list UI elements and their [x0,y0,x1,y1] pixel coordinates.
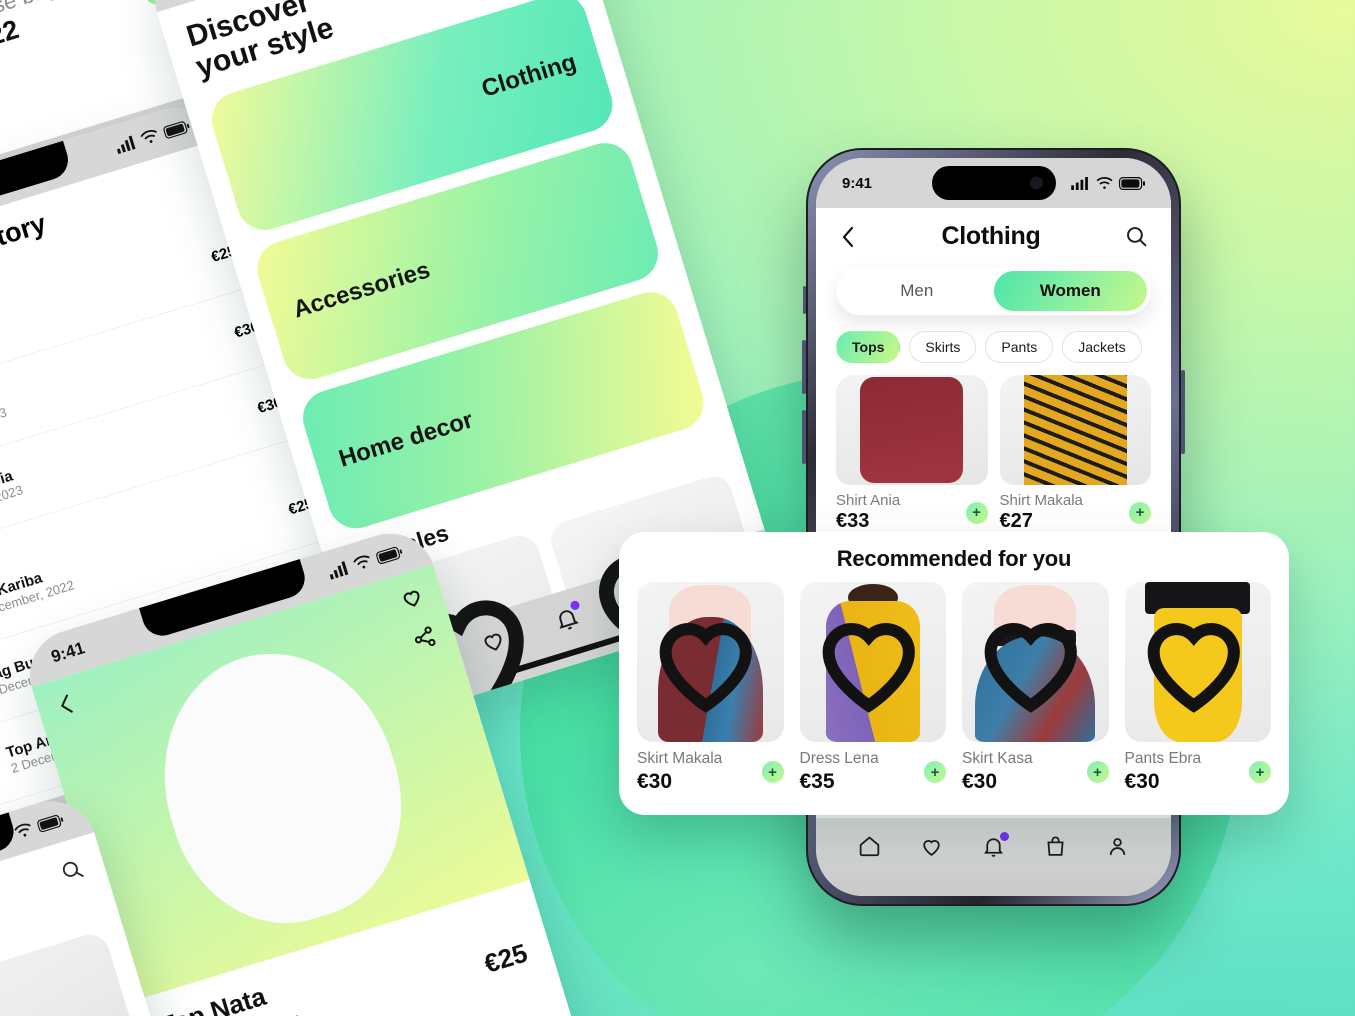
tab-women[interactable]: Women [993,271,1147,311]
home-icon[interactable] [857,834,882,864]
product-name: Pants Ebra [1124,750,1202,767]
nav-header: Clothing [816,208,1171,257]
product-card[interactable]: Shirt Ania €33 + [836,375,988,533]
battery-icon [163,120,190,139]
person-icon[interactable] [1105,834,1130,864]
category-label: Clothing [478,48,580,103]
reviews-count: (10) [273,1012,305,1016]
product-card[interactable] [0,929,136,1016]
wifi-icon [1096,176,1113,189]
product-image [836,375,988,485]
battery-icon [375,546,403,564]
back-chevron-icon[interactable] [53,689,80,720]
product-image[interactable] [799,582,946,742]
category-label: Home decor [335,406,477,473]
product-name: Dress Lena [799,750,879,767]
product-price: €25 [480,937,531,979]
heart-icon[interactable] [919,834,944,864]
add-to-cart-button[interactable]: + [1086,761,1109,783]
product-image [999,375,1151,485]
wifi-icon [353,555,370,569]
power-button[interactable] [1181,370,1185,454]
notification-badge [999,832,1009,841]
list-item[interactable]: Dress Lena €35 + [799,582,946,794]
volume-up-button[interactable] [802,340,806,394]
product-card[interactable]: Shirt Makala €27 + [999,375,1151,533]
add-to-cart-button[interactable]: + [761,761,784,783]
add-to-cart-button[interactable]: + [965,501,988,524]
product-name: Skirt Makala [637,750,723,767]
back-chevron-icon[interactable] [838,224,858,250]
heart-icon[interactable] [800,591,938,729]
product-rose-bag[interactable]: Rose bag €22 [0,0,69,57]
search-icon[interactable] [1124,224,1149,249]
gender-segmented-control[interactable]: Men Women [836,267,1151,315]
product-image[interactable] [637,582,784,742]
recommended-title: Recommended for you [836,546,1072,571]
chip-jackets[interactable]: Jackets [1062,331,1142,363]
product-thumbnail [0,738,4,807]
category-chip-list[interactable]: Tops Skirts Pants Jackets [816,315,1171,371]
recommended-panel: Recommended for you Skirt Makala €30 + D… [619,532,1289,815]
product-image[interactable] [1124,582,1271,742]
signal-icon [116,135,136,155]
product-name: Shirt Ania [836,492,901,509]
heart-icon[interactable] [397,583,427,613]
signal-icon [329,561,349,580]
product-price: €27 [999,510,1033,532]
product-name: Skirt Kasa [962,750,1033,767]
category-label: Accessories [290,256,434,324]
recommended-list: Skirt Makala €30 + Dress Lena €35 + Skir… [637,582,1271,794]
status-time: 9:41 [842,174,873,192]
bag-icon[interactable] [1043,834,1068,864]
volume-down-button[interactable] [802,410,806,464]
list-item[interactable]: Skirt Kasa €30 + [962,582,1109,794]
signal-icon [1071,176,1088,190]
product-price: €30 [637,770,673,793]
share-icon[interactable] [409,623,439,653]
product-price: €33 [836,510,870,532]
tab-men[interactable]: Men [840,271,994,311]
wifi-icon [140,130,157,143]
product-image[interactable] [962,582,1109,742]
page-title: Clothing [941,222,1041,250]
bottom-tabbar[interactable] [816,818,1171,896]
product-price: €30 [962,770,998,793]
heart-icon[interactable] [1125,591,1263,729]
chip-tops[interactable]: Tops [836,331,901,363]
battery-icon [37,814,64,832]
status-time: 9:41 [48,638,87,667]
list-item[interactable]: Skirt Makala €30 + [637,582,784,794]
product-grid: Shirt Ania €33 + Shirt Makala €27 + [816,371,1171,537]
add-to-cart-button[interactable]: + [924,761,946,783]
list-item[interactable]: Pants Ebra €30 + [1124,582,1271,794]
purchase-date: 5 January, 2023 [0,482,25,523]
product-price: €30 [1124,770,1160,793]
heart-icon[interactable] [962,591,1100,729]
bell-icon[interactable] [981,832,1009,864]
product-name: Shirt Makala [999,492,1083,509]
dynamic-island [931,166,1056,200]
wifi-icon [14,823,31,837]
purchase-date: 18 January, 2023 [0,404,9,447]
add-to-cart-button[interactable]: + [1129,501,1151,524]
add-to-cart-button[interactable]: + [1249,761,1271,783]
heart-icon[interactable] [637,591,775,729]
product-price: €35 [799,770,835,793]
battery-icon [1119,176,1145,190]
mute-switch[interactable] [803,286,806,314]
chip-pants[interactable]: Pants [985,331,1054,363]
chip-skirts[interactable]: Skirts [909,331,977,363]
